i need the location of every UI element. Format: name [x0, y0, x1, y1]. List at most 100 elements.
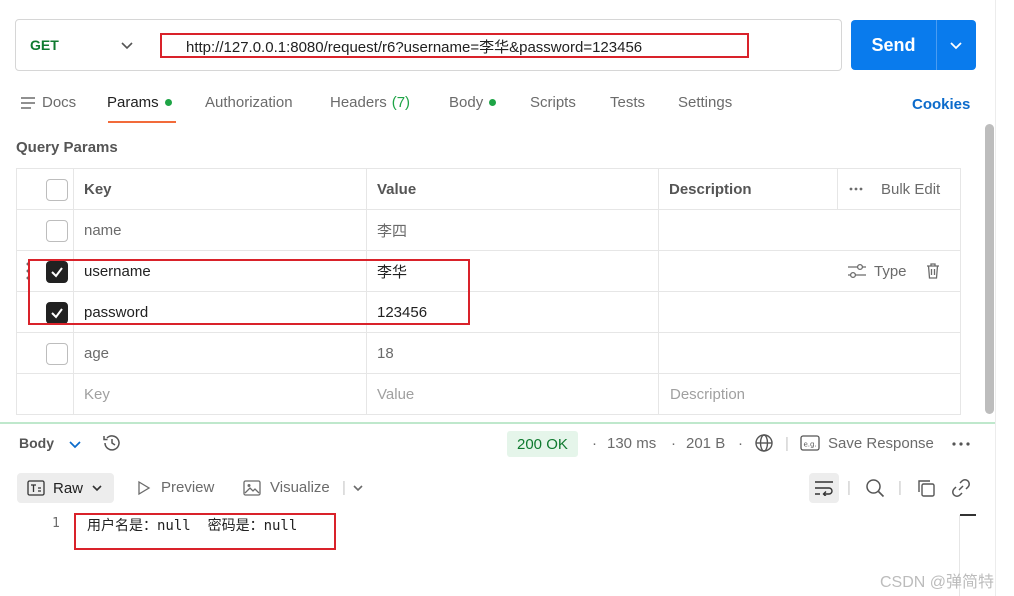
divider: |: [785, 435, 789, 452]
key-header: Key: [84, 180, 112, 198]
tab-settings[interactable]: Settings: [678, 94, 732, 111]
bulk-edit-button[interactable]: Bulk Edit: [849, 169, 940, 209]
tab-docs[interactable]: Docs: [20, 94, 76, 111]
row-actions: Type: [847, 251, 940, 291]
separator-dot: ·: [592, 435, 597, 452]
params-highlight-box: [28, 259, 470, 325]
format-label: Raw: [53, 479, 84, 497]
separator-dot: ·: [671, 435, 676, 452]
visualize-label: Visualize: [270, 479, 330, 496]
send-divider: [936, 20, 937, 70]
tab-headers[interactable]: Headers (7): [330, 94, 410, 111]
cookies-link[interactable]: Cookies: [912, 96, 970, 113]
save-response-button[interactable]: Save Response: [828, 435, 934, 452]
wrap-lines-button[interactable]: [809, 473, 839, 503]
response-body-label: Body: [19, 435, 54, 451]
link-icon[interactable]: [951, 478, 971, 498]
tab-label: Settings: [678, 94, 733, 111]
tab-label: Scripts: [530, 94, 576, 111]
row-checkbox[interactable]: [46, 220, 68, 242]
method-label: GET: [30, 37, 59, 53]
more-horizontal-icon: [849, 187, 863, 191]
headers-count: (7): [391, 94, 411, 111]
send-label: Send: [871, 34, 916, 55]
chevron-down-icon[interactable]: [119, 37, 135, 53]
new-key-input[interactable]: Key: [84, 374, 110, 414]
tab-scripts[interactable]: Scripts: [530, 94, 576, 111]
chevron-down-icon[interactable]: [948, 37, 964, 53]
preview-label: Preview: [161, 479, 215, 496]
vertical-scrollbar[interactable]: [985, 124, 994, 414]
response-highlight-box: [74, 513, 336, 550]
row-checkbox[interactable]: [46, 343, 68, 365]
new-description-input[interactable]: Description: [670, 374, 745, 414]
tab-label: Authorization: [205, 94, 293, 111]
new-param-row: Key Value Description: [17, 374, 960, 415]
visualize-button[interactable]: Visualize: [243, 479, 330, 496]
active-tab-underline: [108, 121, 176, 123]
request-tabs: Docs Params Authorization Headers (7) Bod…: [0, 90, 990, 126]
tab-label: Body: [449, 94, 484, 111]
window-edge: [995, 0, 996, 596]
image-icon: [243, 479, 261, 496]
select-all-checkbox[interactable]: [46, 179, 68, 201]
text-format-icon: [27, 480, 45, 496]
more-horizontal-icon[interactable]: [952, 442, 970, 446]
svg-text:e.g.: e.g.: [804, 441, 817, 449]
globe-icon[interactable]: [754, 433, 774, 453]
chevron-down-icon[interactable]: [68, 437, 82, 451]
watermark: CSDN @弹简特: [880, 574, 995, 591]
table-header-row: Key Value Description Bulk Edit: [17, 169, 960, 210]
bulk-edit-label: Bulk Edit: [881, 180, 941, 198]
query-params-title: Query Params: [16, 139, 118, 156]
response-time[interactable]: 130 ms: [607, 435, 656, 452]
response-size[interactable]: 201 B: [686, 435, 725, 452]
param-value[interactable]: 李四: [377, 210, 407, 250]
chevron-down-icon[interactable]: [352, 482, 364, 494]
editor-scroll-marker: [960, 514, 976, 516]
status-badge[interactable]: 200 OK: [507, 431, 578, 457]
table-row: age 18: [17, 333, 960, 374]
param-key[interactable]: age: [84, 333, 109, 373]
active-dot-icon: [164, 99, 172, 106]
tab-tests[interactable]: Tests: [610, 94, 645, 111]
param-key[interactable]: name: [84, 210, 122, 250]
param-value[interactable]: 18: [377, 333, 394, 373]
save-example-icon: e.g.: [800, 435, 820, 451]
preview-button[interactable]: Preview: [137, 479, 214, 496]
response-body-dropdown[interactable]: Body: [19, 435, 54, 451]
wrap-icon: [815, 481, 833, 496]
send-button[interactable]: Send: [851, 20, 976, 70]
tab-label: Params: [107, 94, 159, 111]
search-icon[interactable]: [865, 478, 885, 498]
divider: |: [847, 479, 851, 496]
line-number: 1: [52, 516, 60, 531]
tab-label: Headers: [330, 94, 387, 111]
active-dot-icon: [489, 99, 497, 106]
tab-params[interactable]: Params: [107, 94, 172, 111]
method-select[interactable]: GET: [16, 20, 156, 70]
history-icon[interactable]: [102, 433, 122, 453]
format-select[interactable]: Raw: [17, 473, 114, 503]
tab-body[interactable]: Body: [449, 94, 497, 111]
url-highlight-box: [160, 33, 749, 58]
tab-authorization[interactable]: Authorization: [205, 94, 293, 111]
response-toolbar: Raw Preview Visualize | | |: [0, 470, 995, 506]
trash-icon[interactable]: [926, 263, 940, 279]
response-header-bar: Body 200 OK · 130 ms · 201 B · | e.g. Sa…: [0, 428, 995, 460]
divider: |: [342, 479, 346, 496]
divider: |: [898, 479, 902, 496]
sliders-icon[interactable]: [847, 263, 867, 279]
tab-label: Tests: [610, 94, 646, 111]
chevron-down-icon: [92, 485, 102, 492]
type-button[interactable]: Type: [874, 263, 907, 280]
play-icon: [138, 480, 151, 495]
response-divider[interactable]: [0, 422, 995, 424]
tab-label: Docs: [42, 94, 77, 111]
separator-dot: ·: [738, 435, 743, 452]
copy-icon[interactable]: [916, 478, 936, 498]
description-header: Description: [669, 180, 752, 198]
table-row: name 李四: [17, 210, 960, 251]
docs-icon: [21, 96, 35, 109]
new-value-input[interactable]: Value: [377, 374, 414, 414]
